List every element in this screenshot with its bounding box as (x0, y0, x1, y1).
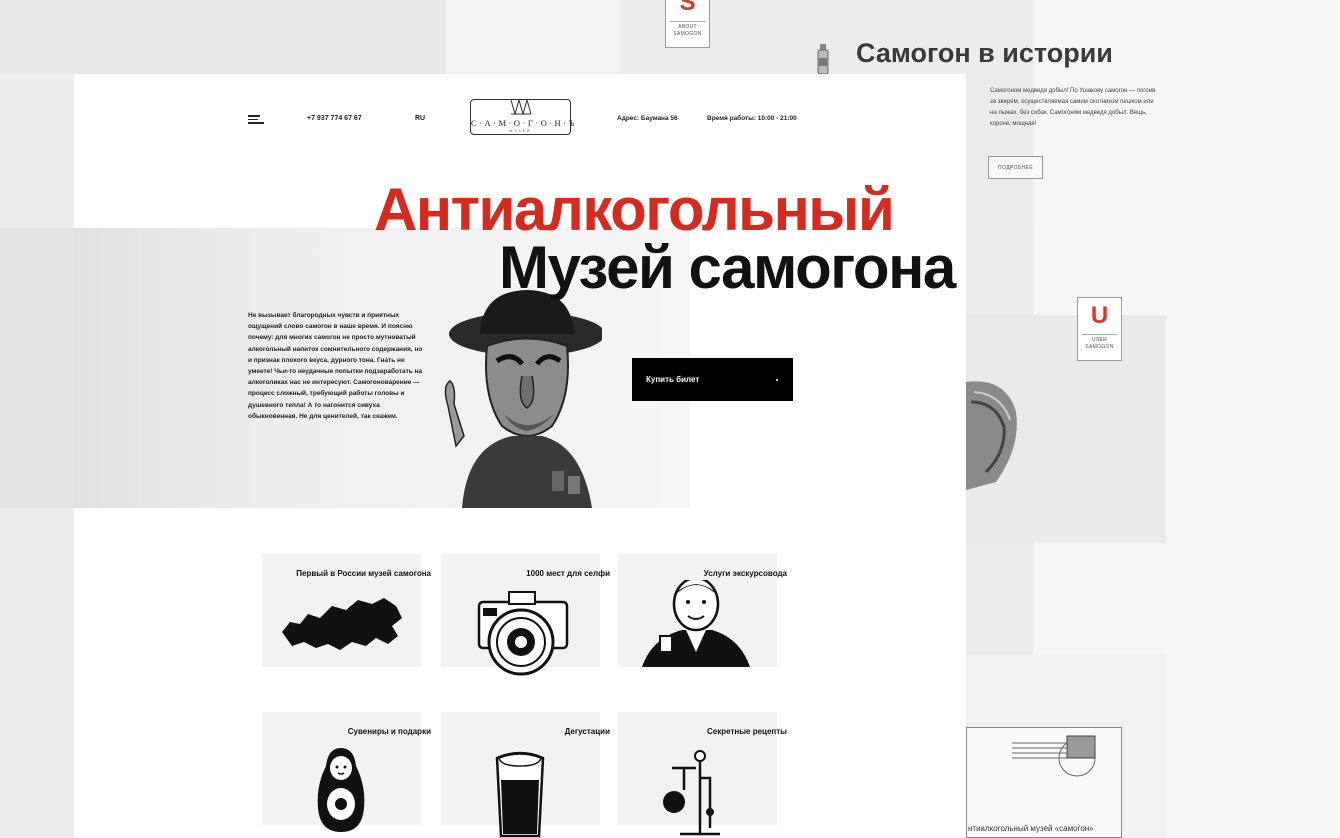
feature-title: Секретные рецепты (707, 727, 787, 736)
logo-text: С·А·М·О·Г·О·Н·Ъ (471, 118, 578, 128)
guide-icon (642, 580, 750, 667)
address-text: Адрес: Баумана 56 (617, 115, 678, 122)
envelope-caption: нтиалкогольный музей «самогон» (968, 824, 1094, 833)
feature-card[interactable]: Сувениры и подарки (262, 712, 431, 832)
feature-card[interactable]: Секретные рецепты (618, 712, 787, 836)
logo-subtitle: МУЗЕЙ (509, 129, 532, 133)
soviet-emblem-icon (966, 381, 1017, 490)
feature-card[interactable]: 1000 мест для селфи (441, 554, 610, 676)
hero-title-line2: Музей самогона (499, 234, 956, 301)
feature-title: Услуги экскурсовода (703, 569, 787, 578)
logo-crown-icon (510, 98, 532, 116)
feature-card[interactable]: Дегустации (441, 712, 610, 838)
feature-title: 1000 мест для селфи (526, 569, 610, 578)
matryoshka-icon (317, 748, 365, 832)
site-logo[interactable]: С·А·М·О·Г·О·Н·Ъ МУЗЕЙ (470, 98, 578, 135)
opening-hours: Время работы: 10:00 - 21:00 (707, 115, 797, 122)
intro-paragraph: Не вызывает благородных чувств и приятны… (248, 312, 423, 420)
feature-title: Дегустации (564, 727, 610, 736)
badge-letter: U (1090, 302, 1109, 329)
envelope-image (966, 727, 1122, 838)
user-samogon-badge: U USER SAMOGON (1077, 297, 1122, 361)
badge-caption: USER SAMOGON (1082, 334, 1117, 351)
language-switch[interactable]: RU (415, 115, 425, 122)
background-panel (0, 0, 446, 74)
camera-icon (477, 591, 569, 676)
caricature-portrait-image (444, 290, 602, 508)
about-samogon-badge: S ABOUT SAMOGON (665, 0, 710, 48)
background-panel (0, 228, 74, 508)
buy-ticket-button[interactable]: Купить билет (632, 358, 793, 401)
feature-title: Первый в России музей самогона (296, 569, 431, 578)
flask-icon (663, 750, 720, 836)
history-text: Самогоном медведя добыл! По Ушакову само… (990, 88, 1156, 127)
menu-icon[interactable] (248, 115, 264, 125)
badge-caption: ABOUT SAMOGON (670, 21, 705, 38)
buy-ticket-label: Купить билет (646, 375, 700, 384)
more-button[interactable]: ПОДРОБНЕЕ (988, 156, 1043, 179)
feature-card[interactable]: Первый в России музей самогона (262, 554, 431, 667)
badge-letter: S (679, 0, 696, 16)
arrow-icon (776, 379, 778, 381)
history-title: Самогон в истории (856, 38, 1113, 68)
feature-title: Сувениры и подарки (347, 727, 431, 736)
museum-landing-page: +7 937 774 67 67 RU С·А·М·О·Г·О·Н·Ъ МУЗЕ… (74, 74, 966, 838)
phone-link[interactable]: +7 937 774 67 67 (307, 115, 362, 122)
postage-stamp-icon (1012, 735, 1096, 777)
beer-glass-icon (495, 751, 545, 838)
bottle-icon (817, 44, 829, 75)
feature-card[interactable]: Услуги экскурсовода (618, 554, 787, 667)
russia-map-icon (282, 598, 402, 650)
